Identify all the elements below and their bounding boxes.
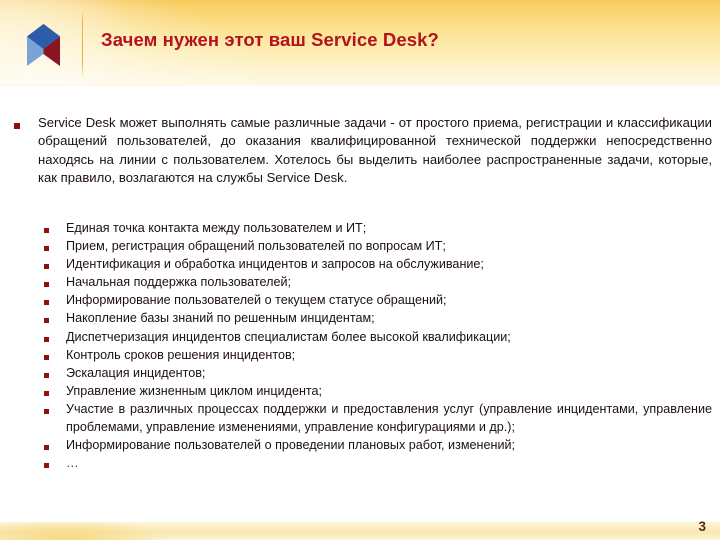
list-item-label: Единая точка контакта между пользователе… (66, 221, 367, 235)
list-item-label: Участие в различных процессах поддержки … (66, 401, 712, 434)
list-item-label: Информирование пользователей о проведени… (66, 437, 516, 452)
square-bullet-icon (44, 390, 49, 396)
list-item: Управление жизненным циклом инцидента; (44, 383, 712, 401)
list-item-label: Начальная поддержка пользователей; (66, 275, 292, 290)
list-item: Идентификация и обработка инцидентов и з… (44, 256, 712, 274)
list-item-label: Идентификация и обработка инцидентов и з… (66, 257, 484, 272)
list-item-label: Накопление базы знаний по решенным инцид… (66, 311, 375, 326)
slide-title: Зачем нужен этот ваш Service Desk? (101, 29, 439, 50)
list-item: Контроль сроков решения инцидентов; (44, 347, 712, 365)
intro-paragraph: Service Desk может выполнять самые разли… (14, 114, 712, 188)
list-item-label: Эскалация инцидентов; (66, 365, 206, 380)
intro-paragraph-text: Service Desk может выполнять самые разли… (38, 115, 712, 186)
list-item: Информирование пользователей о проведени… (44, 437, 712, 455)
list-item: Диспетчеризация инцидентов специалистам … (44, 329, 712, 347)
list-item-label: Управление жизненным циклом инцидента; (66, 383, 323, 398)
slide-footer (0, 522, 720, 540)
square-bullet-icon (44, 264, 49, 270)
list-item: Информирование пользователей о текущем с… (44, 292, 712, 310)
square-bullet-icon (44, 246, 49, 252)
square-bullet-icon (44, 300, 49, 306)
task-list: Единая точка контакта между пользователе… (44, 220, 712, 473)
square-bullet-icon (44, 462, 49, 468)
list-item: Участие в различных процессах поддержки … (44, 401, 712, 436)
square-bullet-icon (44, 408, 49, 414)
header-divider (82, 10, 83, 78)
square-bullet-icon (44, 372, 49, 378)
square-bullet-icon (44, 444, 49, 450)
square-bullet-icon (44, 228, 49, 233)
list-item: Единая точка контакта между пользователе… (44, 220, 712, 238)
page-number: 3 (698, 519, 706, 534)
slide-body: Service Desk может выполнять самые разли… (0, 87, 720, 522)
list-item-label: Информирование пользователей о текущем с… (66, 293, 447, 308)
list-item-label: Контроль сроков решения инцидентов; (66, 347, 296, 362)
square-bullet-icon (44, 354, 49, 360)
list-item-label: Диспетчеризация инцидентов специалистам … (66, 329, 511, 344)
list-item: Начальная поддержка пользователей; (44, 274, 712, 292)
footer-top-line (0, 522, 720, 523)
list-item: … (44, 455, 712, 473)
list-item: Эскалация инцидентов; (44, 365, 712, 383)
square-bullet-icon (14, 123, 20, 129)
arrow-chevron-logo-icon (27, 24, 60, 66)
list-item-label: Прием, регистрация обращений пользовател… (66, 239, 446, 254)
square-bullet-icon (44, 336, 49, 342)
presentation-slide: Зачем нужен этот ваш Service Desk? Servi… (0, 0, 720, 540)
list-item-label: … (66, 455, 80, 470)
list-item: Прием, регистрация обращений пользовател… (44, 238, 712, 256)
square-bullet-icon (44, 318, 49, 324)
list-item: Накопление базы знаний по решенным инцид… (44, 310, 712, 328)
square-bullet-icon (44, 282, 49, 288)
